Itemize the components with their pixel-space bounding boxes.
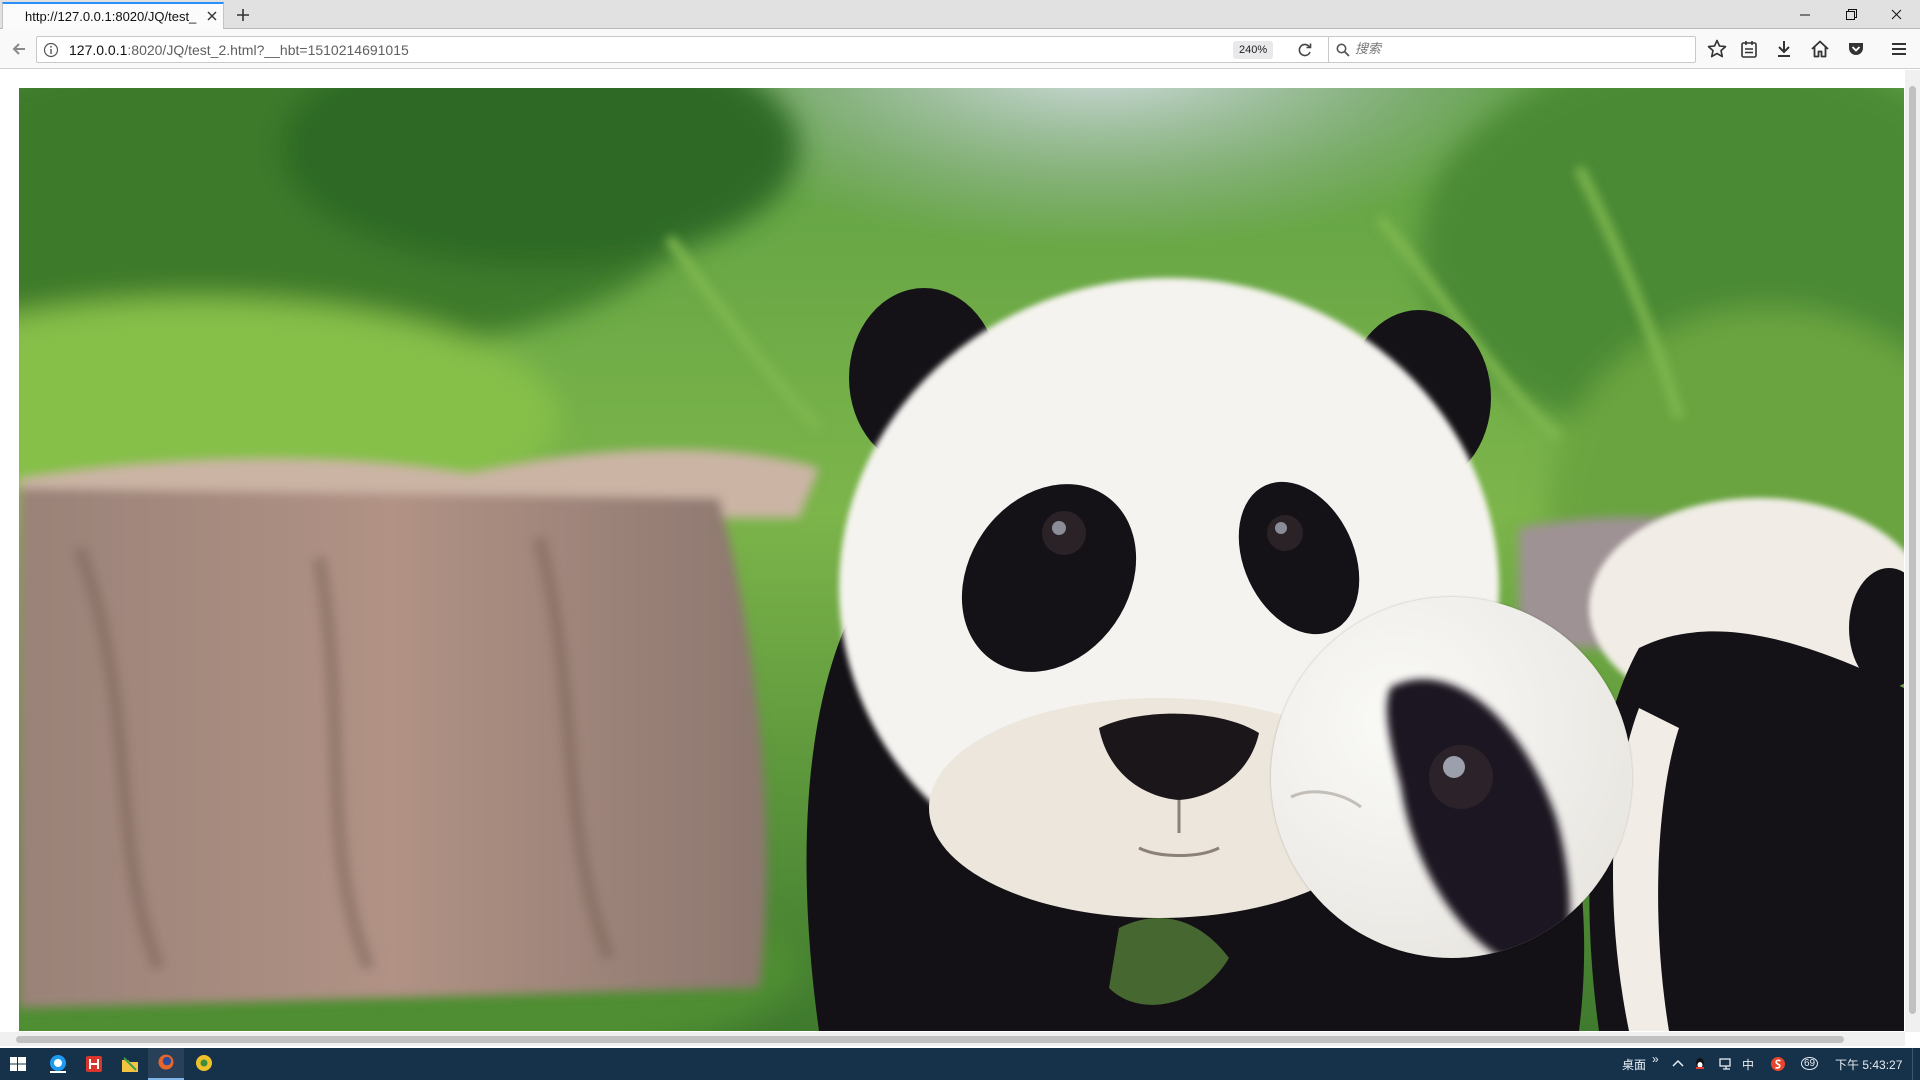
network-icon[interactable] [1718, 1056, 1734, 1072]
ime-indicator[interactable]: 中 [1742, 1056, 1754, 1073]
clock[interactable]: 下午 5:43:27 [1835, 1056, 1902, 1073]
sogou-input-icon[interactable] [1770, 1056, 1786, 1072]
hbuilder-icon[interactable] [76, 1048, 112, 1080]
search-bar[interactable] [1328, 36, 1696, 63]
navigation-bar: 127.0.0.1:8020/JQ/test_2.html?__hbt=1510… [0, 29, 1920, 69]
windows-taskbar: 桌面 » 中 69 下午 5:43:27 [0, 1048, 1920, 1080]
zoom-indicator[interactable]: 240% [1233, 41, 1274, 59]
search-icon [1336, 43, 1350, 57]
hamburger-menu-icon[interactable] [1887, 37, 1911, 61]
magnifier-lens[interactable] [1271, 597, 1632, 958]
restore-icon[interactable] [1828, 0, 1874, 29]
notification-badge[interactable]: 69 [1801, 1057, 1819, 1070]
panda-photo [19, 88, 1904, 1031]
page-content [0, 70, 1920, 1032]
tray-expand-icon[interactable] [1670, 1056, 1686, 1072]
home-icon[interactable] [1808, 37, 1832, 61]
firefox-icon[interactable] [148, 1048, 184, 1080]
new-tab-icon[interactable] [232, 4, 254, 26]
chrome-app-icon[interactable] [186, 1048, 222, 1080]
toolbar-overflow-chevron[interactable]: » [1652, 1052, 1659, 1066]
browser-tab[interactable]: http://127.0.0.1:8020/JQ/test_ [2, 2, 224, 30]
back-arrow-icon[interactable] [8, 38, 30, 60]
url-host: 127.0.0.1 [69, 42, 128, 58]
horizontal-scrollbar[interactable] [0, 1032, 1905, 1046]
url-path: :8020/JQ/test_2.html?__hbt=1510214691015 [127, 42, 409, 58]
reload-icon[interactable] [1295, 40, 1315, 60]
qq-tray-icon[interactable] [1692, 1056, 1708, 1072]
file-explorer-icon[interactable] [112, 1048, 148, 1080]
vertical-scroll-thumb[interactable] [1909, 86, 1916, 1014]
qq-browser-icon[interactable] [40, 1048, 76, 1080]
search-input[interactable] [1355, 39, 1685, 60]
close-tab-icon[interactable] [203, 7, 221, 25]
horizontal-scroll-thumb[interactable] [16, 1036, 1844, 1043]
tab-strip: http://127.0.0.1:8020/JQ/test_ [0, 0, 1920, 30]
tab-title: http://127.0.0.1:8020/JQ/test_ [25, 9, 197, 24]
library-icon[interactable] [1737, 37, 1761, 61]
info-icon[interactable] [43, 42, 59, 58]
url-text[interactable]: 127.0.0.1:8020/JQ/test_2.html?__hbt=1510… [69, 42, 409, 58]
vertical-scrollbar[interactable] [1905, 70, 1920, 1032]
minimize-icon[interactable] [1782, 0, 1828, 29]
desktop-toolbar-label[interactable]: 桌面 [1622, 1056, 1646, 1073]
download-icon[interactable] [1772, 37, 1796, 61]
bookmark-star-icon[interactable] [1705, 37, 1729, 61]
pocket-icon[interactable] [1844, 37, 1868, 61]
windows-start-icon[interactable] [0, 1048, 36, 1080]
close-window-icon[interactable] [1874, 0, 1920, 29]
url-bar[interactable]: 127.0.0.1:8020/JQ/test_2.html?__hbt=1510… [36, 36, 1354, 63]
show-desktop-button[interactable] [1912, 1048, 1920, 1080]
